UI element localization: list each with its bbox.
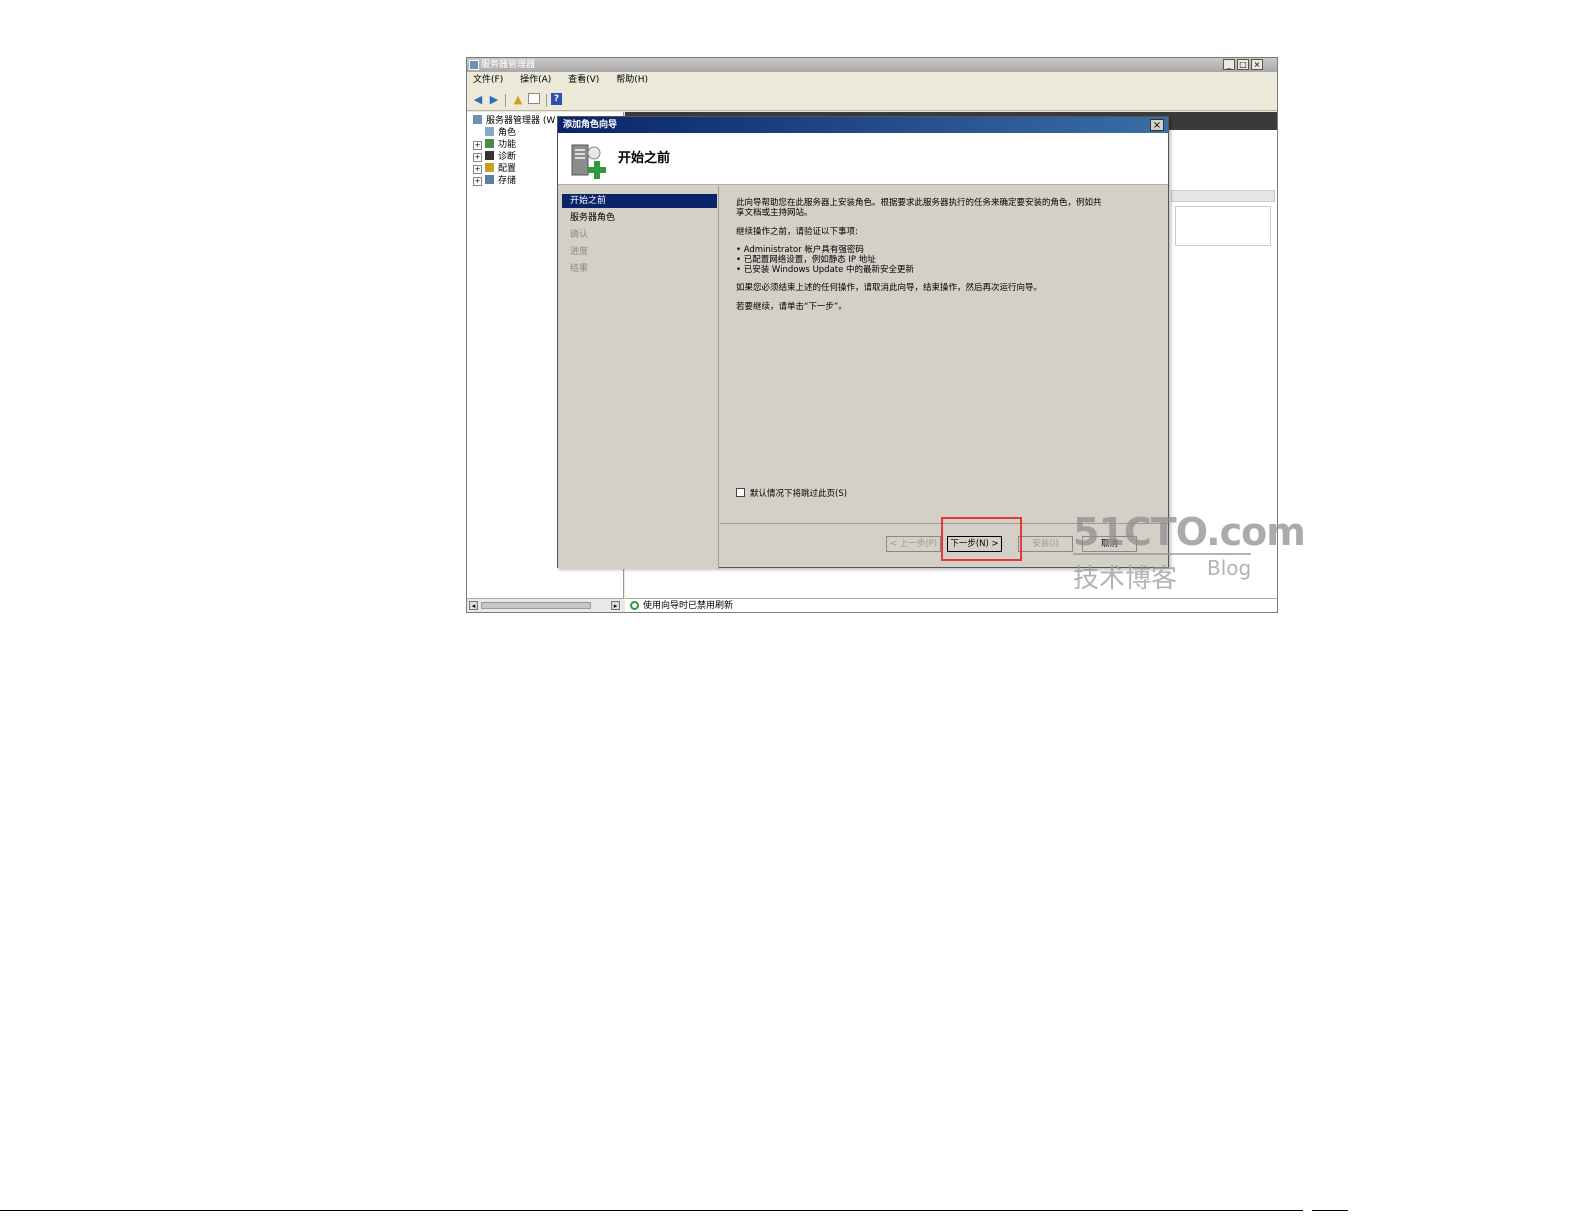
verify-heading: 继续操作之前，请验证以下事项: xyxy=(736,227,858,237)
wizard-title-bar[interactable]: 添加角色向导 xyxy=(558,117,1168,133)
toolbar-separator xyxy=(546,94,547,107)
tree-item-diagnostics[interactable]: + 诊断 xyxy=(473,151,516,163)
refresh-icon xyxy=(630,601,639,610)
page-bottom-rule xyxy=(0,1210,1303,1211)
wizard-step-list: 开始之前 服务器角色 确认 进度 结果 xyxy=(558,186,719,569)
expand-icon[interactable]: + xyxy=(473,177,482,186)
back-button[interactable]: < 上一步(P) xyxy=(886,536,941,552)
status-text: 使用向导时已禁用刷新 xyxy=(643,601,734,611)
cancel-note: 如果您必须结束上述的任何操作，请取消此向导，结束操作，然后再次运行向导。 xyxy=(736,283,1043,293)
tree-horizontal-scrollbar[interactable]: ◂ ▸ xyxy=(467,598,624,612)
window-title: 服务器管理器 xyxy=(481,60,536,70)
install-button[interactable]: 安装(I) xyxy=(1018,536,1073,552)
status-bar: 使用向导时已禁用刷新 xyxy=(625,598,1277,612)
scroll-left-icon[interactable]: ◂ xyxy=(469,601,478,610)
tree-root[interactable]: 服务器管理器 (W xyxy=(473,115,555,127)
bullet-item: • Administrator 帐户具有强密码 xyxy=(736,245,864,255)
tree-item-configuration[interactable]: + 配置 xyxy=(473,163,516,175)
scroll-thumb[interactable] xyxy=(481,602,591,609)
bullet-item: • 已安装 Windows Update 中的最新安全更新 xyxy=(736,265,915,275)
roles-icon xyxy=(485,127,494,136)
menu-bar: 文件(F) 操作(A) 查看(V) 帮助(H) xyxy=(467,72,1277,89)
wizard-step-confirmation: 确认 xyxy=(570,230,589,240)
up-folder-icon[interactable]: ▲ xyxy=(511,93,525,106)
server-icon xyxy=(473,115,482,124)
toolbar-separator xyxy=(505,94,506,107)
intro-text-line1: 此向导帮助您在此服务器上安装角色。根据要求此服务器执行的任务来确定要安装的角色，… xyxy=(736,198,1102,208)
expand-icon[interactable]: + xyxy=(473,141,482,150)
details-group-header xyxy=(1171,190,1275,202)
menu-help[interactable]: 帮助(H) xyxy=(616,75,648,85)
features-icon xyxy=(485,139,494,148)
skip-page-checkbox-label[interactable]: 默认情况下将跳过此页(S) xyxy=(750,487,847,499)
server-add-role-icon xyxy=(571,144,606,179)
minimize-button[interactable]: _ xyxy=(1223,59,1235,70)
wizard-step-progress: 进度 xyxy=(570,247,589,257)
intro-text-line2: 享文档或主持网站。 xyxy=(736,208,813,218)
watermark-blog: Blog xyxy=(1207,556,1252,580)
tree-item-roles[interactable]: 角色 xyxy=(485,127,516,139)
skip-page-checkbox[interactable] xyxy=(736,488,745,497)
toolbar: ◀ ▶ ▲ ? xyxy=(467,89,1277,111)
page-bottom-rule-short xyxy=(1312,1210,1348,1211)
watermark-underline xyxy=(1073,553,1251,555)
continue-note: 若要继续，请单击“下一步”。 xyxy=(736,302,847,312)
annotation-highlight-box xyxy=(941,517,1022,561)
wizard-close-button[interactable]: × xyxy=(1150,119,1164,131)
back-arrow-icon[interactable]: ◀ xyxy=(471,93,485,106)
configuration-icon xyxy=(485,163,494,172)
bullet-item: • 已配置网络设置，例如静态 IP 地址 xyxy=(736,255,876,265)
close-button[interactable]: × xyxy=(1251,59,1263,70)
tree-item-storage[interactable]: + 存储 xyxy=(473,175,516,187)
add-roles-wizard-dialog: 添加角色向导 × 开始之前 开始之前 服务器角色 确认 进度 结果 此向导帮助您… xyxy=(557,116,1169,569)
diagnostics-icon xyxy=(485,151,494,160)
storage-icon xyxy=(485,175,494,184)
expand-icon[interactable]: + xyxy=(473,165,482,174)
menu-file[interactable]: 文件(F) xyxy=(473,75,503,85)
wizard-step-before-you-begin[interactable]: 开始之前 xyxy=(562,194,717,208)
window-title-bar[interactable]: 服务器管理器 _ □ × xyxy=(467,58,1277,72)
wizard-content: 此向导帮助您在此服务器上安装角色。根据要求此服务器执行的任务来确定要安装的角色，… xyxy=(720,186,1168,523)
details-group-box xyxy=(1175,206,1271,246)
wizard-step-results: 结果 xyxy=(570,264,589,274)
watermark-subtitle: 技术博客 xyxy=(1073,564,1178,594)
forward-arrow-icon[interactable]: ▶ xyxy=(487,93,501,106)
server-manager-icon xyxy=(469,60,479,70)
watermark-logo: 51CTO.com xyxy=(1073,510,1306,554)
maximize-button[interactable]: □ xyxy=(1237,59,1249,70)
tree-item-features[interactable]: + 功能 xyxy=(473,139,516,151)
properties-icon[interactable] xyxy=(528,93,540,104)
wizard-step-server-roles[interactable]: 服务器角色 xyxy=(562,211,717,225)
wizard-title: 添加角色向导 xyxy=(563,120,618,130)
expand-icon[interactable]: + xyxy=(473,153,482,162)
wizard-header: 开始之前 xyxy=(558,133,1168,185)
wizard-page-title: 开始之前 xyxy=(618,151,671,166)
menu-view[interactable]: 查看(V) xyxy=(568,75,599,85)
help-icon[interactable]: ? xyxy=(551,93,562,105)
scroll-right-icon[interactable]: ▸ xyxy=(611,601,620,610)
menu-action[interactable]: 操作(A) xyxy=(520,75,551,85)
